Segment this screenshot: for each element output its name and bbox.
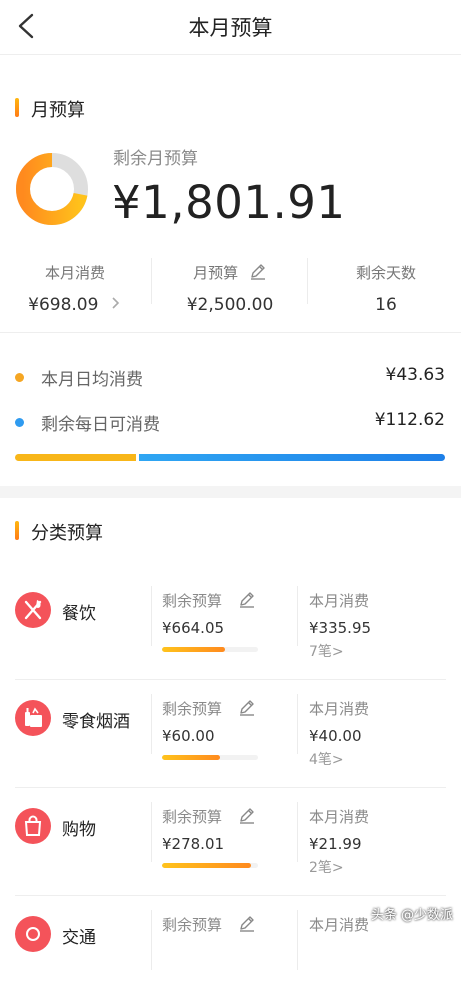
shopping-bag-icon bbox=[15, 808, 51, 844]
daily-average-value: ¥43.63 bbox=[385, 365, 445, 385]
remaining-budget-label: 剩余月预算 bbox=[113, 149, 198, 169]
blue-dot-icon bbox=[15, 418, 24, 427]
edit-pencil-icon[interactable] bbox=[238, 914, 256, 932]
divider bbox=[307, 258, 308, 304]
daily-left-row: 剩余每日可消费 ¥112.62 bbox=[15, 410, 445, 435]
stat-label: 本月消费 bbox=[44, 264, 105, 282]
remaining-progress-bar bbox=[162, 647, 258, 652]
spent-label: 本月消费 bbox=[309, 916, 370, 934]
section-title: 分类预算 bbox=[31, 523, 103, 544]
spent-label: 本月消费 bbox=[309, 700, 370, 718]
chevron-right-icon bbox=[112, 297, 119, 309]
page-title: 本月预算 bbox=[188, 16, 273, 40]
stat-month-budget[interactable]: 月预算 ¥2,500.00 bbox=[155, 262, 305, 315]
edit-pencil-icon[interactable] bbox=[238, 590, 256, 608]
category-name: 零食烟酒 bbox=[62, 712, 130, 732]
stat-value: ¥698.09 bbox=[0, 295, 150, 315]
divider bbox=[151, 802, 152, 862]
spent-value: ¥335.95 bbox=[309, 619, 372, 637]
category-row[interactable]: 餐饮 剩余预算 ¥664.05 本月消费 ¥335.95 7笔> bbox=[0, 572, 461, 680]
remaining-value: ¥60.00 bbox=[162, 727, 215, 745]
stat-month-spent[interactable]: 本月消费 ¥698.09 bbox=[0, 262, 150, 315]
remaining-label: 剩余预算 bbox=[162, 808, 223, 826]
progress-fill bbox=[162, 863, 252, 868]
fork-knife-icon bbox=[15, 592, 51, 628]
divider bbox=[297, 802, 298, 862]
divider bbox=[151, 586, 152, 646]
category-row[interactable]: 零食烟酒 剩余预算 ¥60.00 本月消费 ¥40.00 4笔> bbox=[0, 680, 461, 788]
category-name: 交通 bbox=[62, 928, 96, 948]
daily-left-label: 剩余每日可消费 bbox=[41, 415, 160, 435]
transaction-count-link[interactable]: 7笔> bbox=[309, 641, 344, 661]
divider bbox=[151, 694, 152, 754]
orange-dot-icon bbox=[15, 373, 24, 382]
daily-left-value: ¥112.62 bbox=[374, 410, 445, 430]
divider bbox=[0, 332, 461, 333]
remaining-label: 剩余预算 bbox=[162, 916, 223, 934]
remaining-label: 剩余预算 bbox=[162, 700, 223, 718]
divider bbox=[151, 910, 152, 970]
progress-fill bbox=[162, 755, 220, 760]
transaction-count-link[interactable]: 2笔> bbox=[309, 857, 344, 877]
spent-value: ¥40.00 bbox=[309, 727, 362, 745]
watermark-text: 头条 @少数派 bbox=[370, 908, 453, 923]
daily-average-label: 本月日均消费 bbox=[41, 370, 143, 390]
category-name: 餐饮 bbox=[62, 604, 96, 624]
section-separator bbox=[0, 486, 461, 498]
spent-value: ¥21.99 bbox=[309, 835, 362, 853]
category-name: 购物 bbox=[62, 820, 96, 840]
category-row[interactable]: 购物 剩余预算 ¥278.01 本月消费 ¥21.99 2笔> bbox=[0, 788, 461, 896]
stat-label: 月预算 bbox=[155, 262, 305, 284]
remaining-label: 剩余预算 bbox=[162, 592, 223, 610]
edit-pencil-icon[interactable] bbox=[249, 262, 267, 280]
remaining-progress-bar bbox=[162, 863, 258, 868]
daily-average-row: 本月日均消费 ¥43.63 bbox=[15, 365, 445, 390]
remaining-budget-value: ¥1,801.91 bbox=[112, 176, 346, 229]
edit-pencil-icon[interactable] bbox=[238, 698, 256, 716]
progress-fill bbox=[162, 647, 226, 652]
daily-left-segment bbox=[139, 454, 445, 461]
snack-drink-icon bbox=[15, 700, 51, 736]
stat-label: 剩余天数 bbox=[355, 264, 416, 282]
top-bar: 本月预算 bbox=[0, 0, 461, 55]
transaction-count-link[interactable]: 4笔> bbox=[309, 749, 344, 769]
spent-label: 本月消费 bbox=[309, 808, 370, 826]
remaining-value: ¥278.01 bbox=[162, 835, 225, 853]
edit-pencil-icon[interactable] bbox=[238, 806, 256, 824]
stat-value: ¥2,500.00 bbox=[186, 295, 274, 315]
section-accent-bar bbox=[15, 98, 19, 117]
remaining-progress-bar bbox=[162, 755, 258, 760]
budget-donut-chart bbox=[15, 152, 89, 226]
divider bbox=[297, 910, 298, 970]
remaining-value: ¥664.05 bbox=[162, 619, 225, 637]
daily-split-bar bbox=[15, 454, 445, 461]
divider bbox=[151, 258, 152, 304]
spent-label: 本月消费 bbox=[309, 592, 370, 610]
daily-average-segment bbox=[15, 454, 136, 461]
stat-value: 16 bbox=[375, 295, 397, 315]
divider bbox=[297, 586, 298, 646]
stat-days-left: 剩余天数 16 bbox=[311, 262, 461, 315]
transport-icon bbox=[15, 916, 51, 952]
section-title: 月预算 bbox=[31, 100, 85, 121]
divider bbox=[297, 694, 298, 754]
section-accent-bar bbox=[15, 521, 19, 540]
